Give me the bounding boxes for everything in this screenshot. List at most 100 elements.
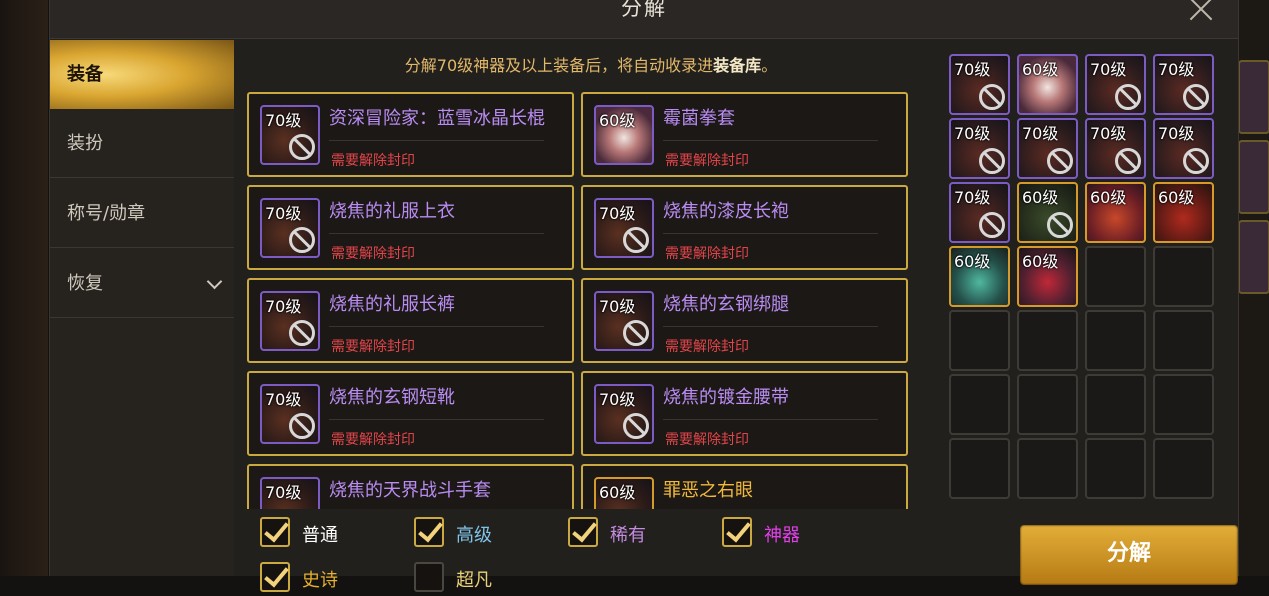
inventory-slot-empty[interactable] xyxy=(1153,246,1214,307)
inventory-slot[interactable]: 70级 xyxy=(949,182,1010,243)
item-status: 需要解除封印 xyxy=(665,246,749,262)
decompose-dialog: 分解 装备 装扮 称号/勋章 恢复 分解70级神器及以上装备后，将自动收录进 装备… xyxy=(49,0,1239,592)
inventory-slot-empty[interactable] xyxy=(1085,310,1146,371)
chevron-down-icon xyxy=(206,273,223,290)
inventory-slot[interactable]: 60级 xyxy=(1017,54,1078,115)
inventory-slot[interactable]: 60级 xyxy=(1017,246,1078,307)
filter-label: 超凡 xyxy=(456,570,492,591)
item-name: 烧焦的漆皮长袍 xyxy=(663,201,789,222)
locked-icon xyxy=(1183,148,1209,174)
item-icon: 70级 xyxy=(260,291,320,351)
checkbox-checked-icon xyxy=(260,562,290,592)
slot-level: 60级 xyxy=(954,252,991,271)
sidebar-item-titles[interactable]: 称号/勋章 xyxy=(50,179,234,248)
slot-level: 70级 xyxy=(1090,124,1127,143)
equipment-list[interactable]: 70级 资深冒险家：蓝雪冰晶长棍 需要解除封印 60级 霉菌拳套 需要解除封印 … xyxy=(247,92,915,509)
item-name: 烧焦的玄钢绑腿 xyxy=(663,294,789,315)
item-icon: 60级 xyxy=(594,477,654,509)
inventory-slot-empty[interactable] xyxy=(1153,310,1214,371)
inventory-slot-empty[interactable] xyxy=(1085,246,1146,307)
sidebar-item-label: 恢复 xyxy=(67,273,103,294)
list-item[interactable]: 70级 资深冒险家：蓝雪冰晶长棍 需要解除封印 xyxy=(247,92,574,177)
inventory-slot[interactable]: 70级 xyxy=(949,118,1010,179)
slot-level: 60级 xyxy=(1158,188,1195,207)
filter-rare-checkbox[interactable]: 稀有 xyxy=(568,517,698,551)
inventory-slot[interactable]: 70级 xyxy=(949,54,1010,115)
list-item[interactable]: 60级 霉菌拳套 需要解除封印 xyxy=(581,92,908,177)
inventory-slot-empty[interactable] xyxy=(949,310,1010,371)
slot-level: 70级 xyxy=(954,124,991,143)
list-item[interactable]: 70级 烧焦的漆皮长袍 需要解除封印 xyxy=(581,185,908,270)
item-name: 烧焦的天界战斗手套 xyxy=(329,480,491,501)
list-item[interactable]: 70级 烧焦的天界战斗手套 xyxy=(247,464,574,509)
inventory-slot-empty[interactable] xyxy=(1153,374,1214,435)
item-name: 烧焦的礼服长裤 xyxy=(329,294,455,315)
filter-epic-checkbox[interactable]: 史诗 xyxy=(260,562,390,596)
close-icon[interactable] xyxy=(1186,0,1216,24)
locked-icon xyxy=(623,227,649,253)
title-bar: 分解 xyxy=(50,0,1238,39)
list-item[interactable]: 70级 烧焦的玄钢绑腿 需要解除封印 xyxy=(581,278,908,363)
sidebar: 装备 装扮 称号/勋章 恢复 xyxy=(50,40,234,576)
decompose-button[interactable]: 分解 xyxy=(1020,525,1238,585)
inventory-grid[interactable]: 70级 60级 70级 70级 70级 70级 70级 70级 70级 60级 … xyxy=(949,54,1219,506)
inventory-slot-empty[interactable] xyxy=(1085,438,1146,499)
inventory-slot[interactable]: 70级 xyxy=(1085,54,1146,115)
divider xyxy=(329,140,544,141)
item-icon: 70级 xyxy=(260,477,320,509)
item-status: 需要解除封印 xyxy=(331,432,415,448)
list-item[interactable]: 60级 罪恶之右眼 xyxy=(581,464,908,509)
list-item[interactable]: 70级 烧焦的玄钢短靴 需要解除封印 xyxy=(247,371,574,456)
slot-level: 70级 xyxy=(954,188,991,207)
item-icon: 70级 xyxy=(594,291,654,351)
inventory-slot-empty[interactable] xyxy=(1153,438,1214,499)
inventory-slot[interactable]: 60级 xyxy=(1153,182,1214,243)
list-item[interactable]: 70级 烧焦的礼服长裤 需要解除封印 xyxy=(247,278,574,363)
item-level: 70级 xyxy=(265,390,302,409)
item-level: 70级 xyxy=(265,204,302,223)
filter-transcendent-checkbox[interactable]: 超凡 xyxy=(414,562,544,596)
sidebar-item-equipment[interactable]: 装备 xyxy=(50,40,234,109)
inventory-slot-empty[interactable] xyxy=(1085,374,1146,435)
locked-icon xyxy=(289,134,315,160)
locked-icon xyxy=(289,227,315,253)
item-name: 烧焦的礼服上衣 xyxy=(329,201,455,222)
inventory-slot[interactable]: 60级 xyxy=(949,246,1010,307)
sidebar-item-costume[interactable]: 装扮 xyxy=(50,109,234,178)
locked-icon xyxy=(1047,148,1073,174)
slot-level: 70级 xyxy=(1158,124,1195,143)
list-item[interactable]: 70级 烧焦的镀金腰带 需要解除封印 xyxy=(581,371,908,456)
checkbox-checked-icon xyxy=(260,517,290,547)
inventory-slot-empty[interactable] xyxy=(949,374,1010,435)
filter-advanced-checkbox[interactable]: 高级 xyxy=(414,517,544,551)
inventory-slot[interactable]: 70级 xyxy=(1017,118,1078,179)
sidebar-item-label: 装扮 xyxy=(67,133,103,154)
item-name: 霉菌拳套 xyxy=(663,108,735,129)
inventory-slot[interactable]: 70级 xyxy=(1153,54,1214,115)
inventory-slot-empty[interactable] xyxy=(1017,438,1078,499)
inventory-slot[interactable]: 60级 xyxy=(1017,182,1078,243)
sidebar-item-label: 称号/勋章 xyxy=(67,203,146,224)
locked-icon xyxy=(1115,148,1141,174)
filter-artifact-checkbox[interactable]: 神器 xyxy=(722,517,852,551)
inventory-slot-empty[interactable] xyxy=(1017,310,1078,371)
slot-level: 60级 xyxy=(1022,188,1059,207)
sidebar-item-recovery[interactable]: 恢复 xyxy=(50,249,234,318)
item-icon: 70级 xyxy=(260,105,320,165)
list-item[interactable]: 70级 烧焦的礼服上衣 需要解除封印 xyxy=(247,185,574,270)
checkbox-unchecked-icon xyxy=(414,562,444,592)
item-level: 70级 xyxy=(599,204,636,223)
inventory-slot-empty[interactable] xyxy=(1017,374,1078,435)
inventory-slot-empty[interactable] xyxy=(949,438,1010,499)
inventory-slot[interactable]: 60级 xyxy=(1085,182,1146,243)
slot-level: 70级 xyxy=(1090,60,1127,79)
locked-icon xyxy=(623,413,649,439)
notice-text: 分解70级神器及以上装备后，将自动收录进 xyxy=(404,56,714,75)
item-status: 需要解除封印 xyxy=(665,432,749,448)
filter-common-checkbox[interactable]: 普通 xyxy=(260,517,390,551)
inventory-slot[interactable]: 70级 xyxy=(1153,118,1214,179)
item-level: 70级 xyxy=(265,483,302,502)
inventory-slot[interactable]: 70级 xyxy=(1085,118,1146,179)
slot-level: 70级 xyxy=(954,60,991,79)
item-icon: 60级 xyxy=(594,105,654,165)
